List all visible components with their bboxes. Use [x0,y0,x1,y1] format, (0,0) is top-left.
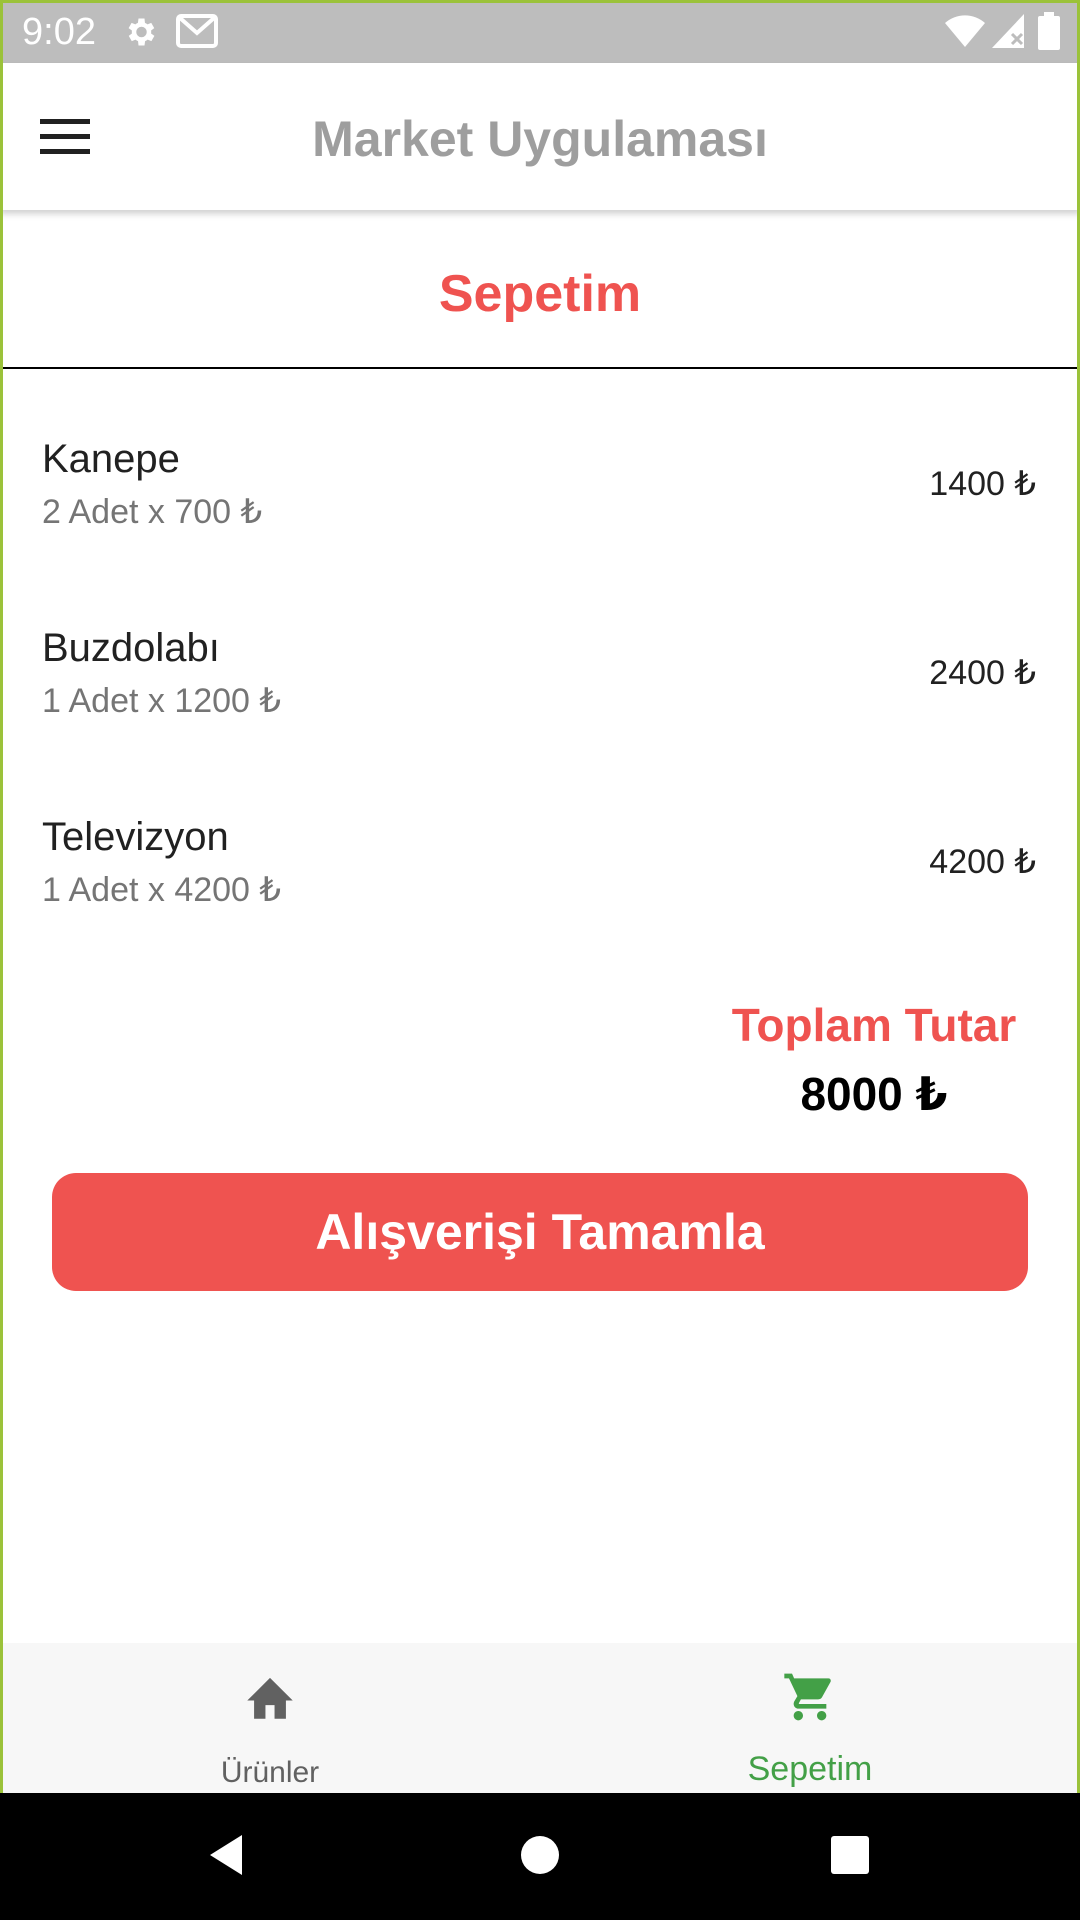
item-quantity-price: 1 Adet x 4200 ₺ [42,871,282,909]
total-label: Toplam Tutar [731,999,1017,1051]
gmail-icon [176,14,218,48]
status-time: 9:02 [22,11,96,53]
home-icon [247,1677,293,1719]
nav-item-label: Sepetim [747,1750,873,1788]
battery-icon [1038,12,1060,50]
recents-square-icon[interactable] [818,1823,882,1887]
status-bar: 9:02 [0,0,1080,63]
item-name: Kanepe [42,437,180,481]
wifi-icon [945,15,985,48]
item-quantity-price: 1 Adet x 1200 ₺ [42,682,282,720]
heading-divider [3,367,1077,369]
bottom-navigation: Ürünler Sepetim [0,1643,1080,1793]
home-circle-icon[interactable] [508,1823,572,1887]
cart-item[interactable]: Televizyon 1 Adet x 4200 ₺ 4200 ₺ [0,748,1080,937]
item-total: 4200 ₺ [929,843,1036,881]
item-quantity-price: 2 Adet x 700 ₺ [42,493,263,531]
nav-item-cart[interactable]: Sepetim [540,1643,1080,1793]
item-name: Buzdolabı [42,626,220,670]
checkout-button[interactable]: Alışverişi Tamamla [52,1173,1028,1291]
nav-item-products[interactable]: Ürünler [0,1643,540,1793]
item-total: 2400 ₺ [929,654,1036,692]
back-icon[interactable] [196,1823,260,1887]
cart-list: Kanepe 2 Adet x 700 ₺ 1400 ₺ Buzdolabı 1… [0,370,1080,937]
item-total: 1400 ₺ [929,465,1036,503]
total-value: 8000 ₺ [800,1068,948,1120]
app-bar: Market Uygulaması [0,63,1080,210]
settings-icon [128,18,155,46]
cart-item[interactable]: Kanepe 2 Adet x 700 ₺ 1400 ₺ [0,370,1080,559]
app-title: Market Uygulaması [312,111,768,167]
page-title: Sepetim [438,265,642,323]
cellular-signal-icon [992,14,1024,48]
system-navigation-bar [0,1793,1080,1920]
item-name: Televizyon [42,815,229,859]
nav-item-label: Ürünler [220,1756,320,1789]
shopping-cart-icon [784,1673,831,1721]
cart-item[interactable]: Buzdolabı 1 Adet x 1200 ₺ 2400 ₺ [0,559,1080,748]
